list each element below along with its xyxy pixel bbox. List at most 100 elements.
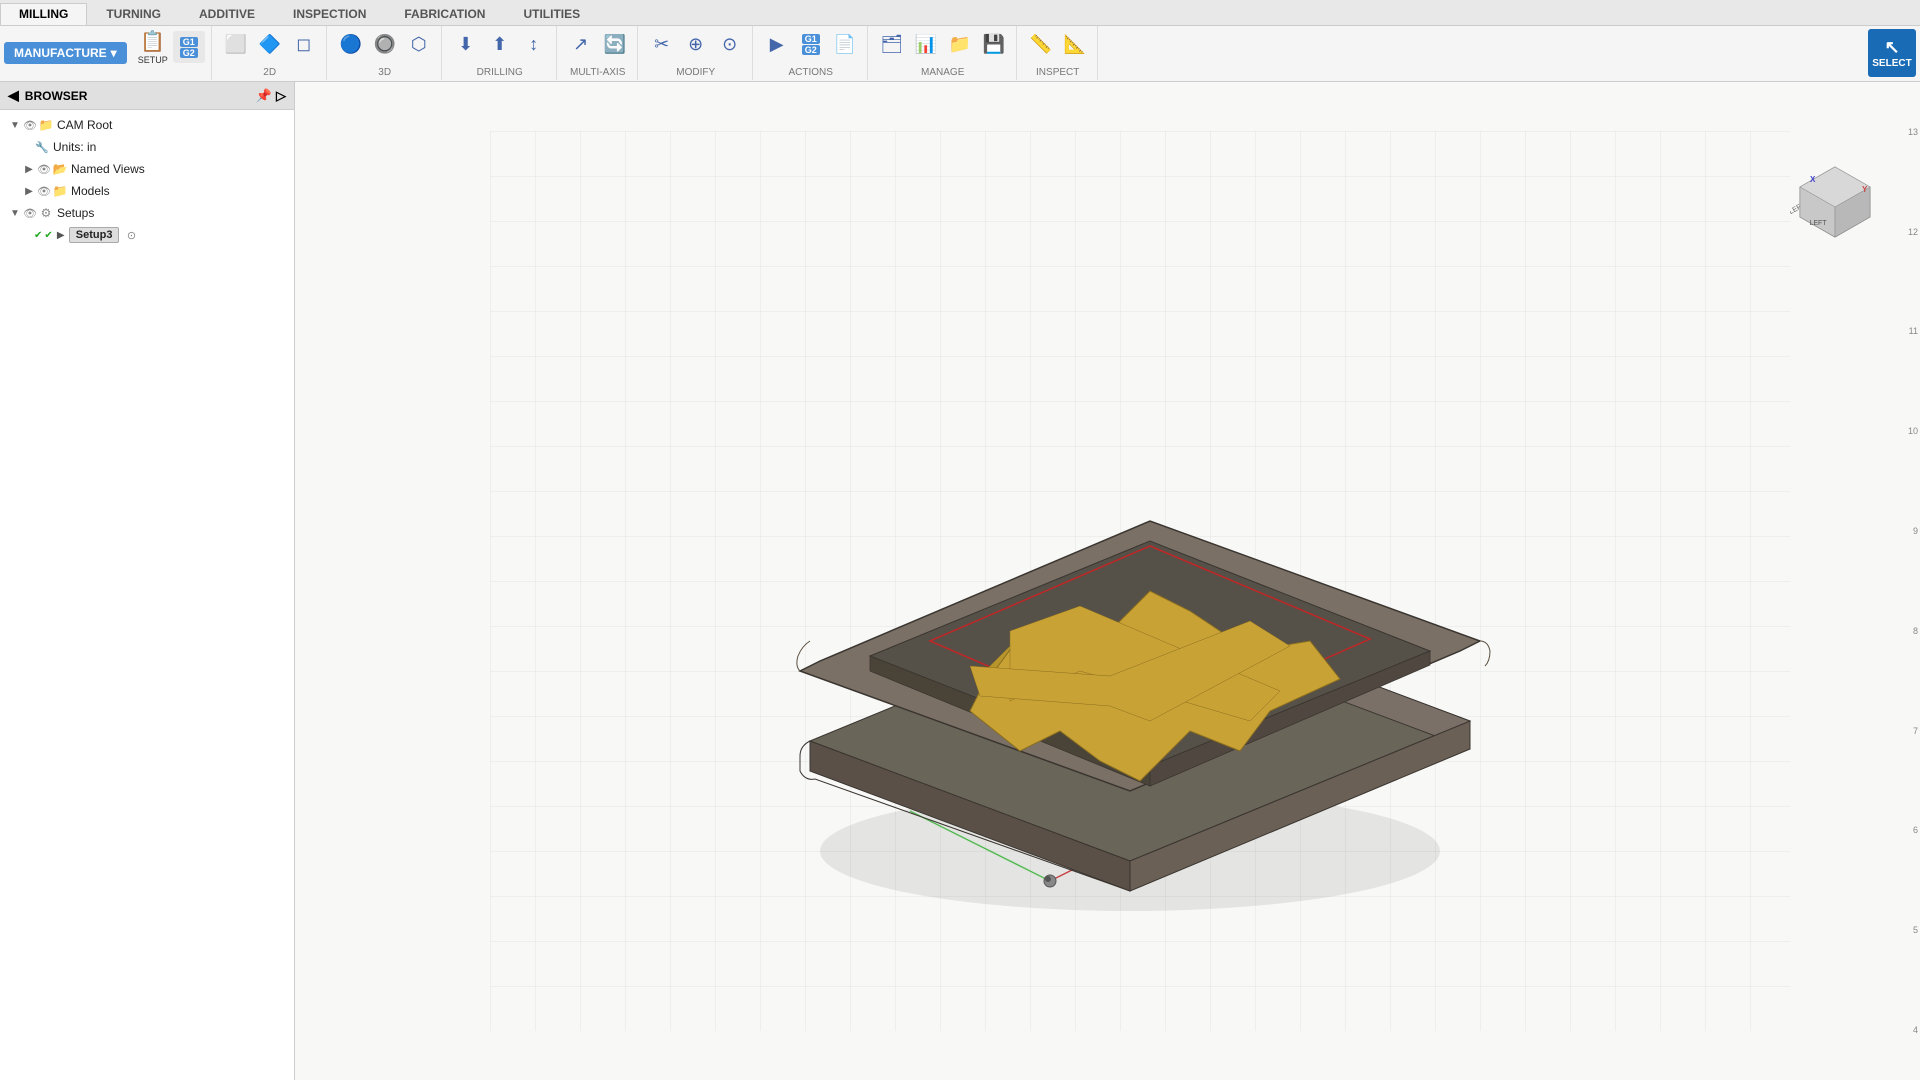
manufacture-button[interactable]: MANUFACTURE ▾: [4, 42, 127, 64]
inspect-btn-2[interactable]: 📐: [1059, 28, 1091, 60]
models-visibility-icon[interactable]: 👁: [36, 183, 52, 199]
modify-btn-1[interactable]: ✂: [646, 28, 678, 60]
multi-axis-btn-2[interactable]: 🔄: [599, 28, 631, 60]
sidebar: ◀ BROWSER 📌 ▷ ▼ 👁 📁 CAM Root 🔧 Units:: [0, 82, 295, 1080]
multi-axis-label: MULTI-AXIS: [570, 67, 625, 78]
viewcube[interactable]: TOP LEFT LEFT Y X: [1790, 162, 1880, 252]
named-views-expand-icon[interactable]: ▶: [22, 162, 36, 176]
ruler-mark-10: 10: [1900, 426, 1920, 436]
model-viewport-svg: [490, 131, 1790, 1031]
viewcube-svg[interactable]: TOP LEFT LEFT Y X: [1790, 162, 1880, 252]
tab-inspection[interactable]: INSPECTION: [274, 3, 385, 25]
manage-btn-4[interactable]: 💾: [978, 28, 1010, 60]
browser-back-icon[interactable]: ◀: [8, 87, 19, 104]
models-expand-icon[interactable]: ▶: [22, 184, 36, 198]
tree-item-setup3[interactable]: ✔ ✔ ▶ Setup3 ⊙: [0, 224, 294, 246]
tree-item-setups[interactable]: ▼ 👁 ⚙ Setups: [0, 202, 294, 224]
tab-additive[interactable]: ADDITIVE: [180, 3, 274, 25]
multi-axis-group: ↗ 🔄 MULTI-AXIS: [559, 26, 638, 80]
manufacture-dropdown-icon: ▾: [111, 46, 117, 60]
3d-btn-2[interactable]: 🔘: [369, 28, 401, 60]
drilling-group: ⬇ ⬆ ↕ DRILLING: [444, 26, 557, 80]
3d-btn-3[interactable]: ⬡: [403, 28, 435, 60]
ruler-mark-11: 11: [1900, 326, 1920, 336]
cam-root-visibility-icon[interactable]: 👁: [22, 117, 38, 133]
tab-bar: MILLING TURNING ADDITIVE INSPECTION FABR…: [0, 0, 1920, 26]
select-area: ↖ SELECT: [1868, 29, 1916, 77]
multi-axis-btn-1[interactable]: ↗: [565, 28, 597, 60]
setup-button[interactable]: 📋 SETUP: [135, 28, 171, 66]
browser-pin-icon[interactable]: 📌: [256, 88, 272, 104]
manage-btn-3[interactable]: 📁: [944, 28, 976, 60]
setups-label: Setups: [57, 206, 94, 220]
tree-item-units[interactable]: 🔧 Units: in: [0, 136, 294, 158]
units-icon: 🔧: [34, 139, 50, 155]
setup3-arrow-icon: ▶: [53, 227, 69, 243]
2d-btn-2[interactable]: 🔷: [254, 28, 286, 60]
named-views-visibility-icon[interactable]: 👁: [36, 161, 52, 177]
setup3-badge[interactable]: Setup3: [69, 227, 120, 243]
setup3-check-icon: ✔: [34, 230, 42, 241]
tree-item-models[interactable]: ▶ 👁 📁 Models: [0, 180, 294, 202]
2d-btn-3[interactable]: ◻: [288, 28, 320, 60]
inspect-label: INSPECT: [1036, 67, 1079, 78]
svg-text:X: X: [1810, 175, 1816, 184]
3d-btn-1[interactable]: 🔵: [335, 28, 367, 60]
ruler-mark-5: 5: [1900, 925, 1920, 935]
manage-group: 🗂 📊 📁 💾 MANAGE: [870, 26, 1017, 80]
drilling-btn-3[interactable]: ↕: [518, 28, 550, 60]
manufacture-label: MANUFACTURE: [14, 46, 107, 60]
file-tree: ▼ 👁 📁 CAM Root 🔧 Units: in ▶ 👁 📂 Named V…: [0, 110, 294, 1080]
viewport[interactable]: TOP LEFT LEFT Y X 13 12 11 10 9 8 7: [295, 82, 1920, 1080]
3d-group: 🔵 🔘 ⬡ 3D: [329, 26, 442, 80]
ruler-mark-9: 9: [1900, 526, 1920, 536]
cam-root-folder-icon: 📁: [38, 117, 54, 133]
tree-item-named-views[interactable]: ▶ 👁 📂 Named Views: [0, 158, 294, 180]
ruler-mark-6: 6: [1900, 825, 1920, 835]
svg-text:LEFT: LEFT: [1809, 220, 1827, 227]
manage-label: MANAGE: [921, 67, 964, 78]
drilling-label: DRILLING: [477, 67, 523, 78]
tree-item-cam-root[interactable]: ▼ 👁 📁 CAM Root: [0, 114, 294, 136]
modify-label: MODIFY: [676, 67, 715, 78]
ruler-mark-4: 4: [1900, 1025, 1920, 1035]
2d-btn-1[interactable]: ⬜: [220, 28, 252, 60]
manage-btn-2[interactable]: 📊: [910, 28, 942, 60]
units-label: Units: in: [53, 140, 96, 154]
modify-btn-2[interactable]: ⊕: [680, 28, 712, 60]
toolbar: MILLING TURNING ADDITIVE INSPECTION FABR…: [0, 0, 1920, 82]
ruler-mark-12: 12: [1900, 227, 1920, 237]
drilling-btn-2[interactable]: ⬆: [484, 28, 516, 60]
tab-utilities[interactable]: UTILITIES: [504, 3, 599, 25]
actions-btn-3[interactable]: 📄: [829, 28, 861, 60]
g-icon[interactable]: G1 G2: [173, 31, 205, 63]
setup-group: 📋 SETUP G1 G2: [129, 26, 212, 80]
browser-expand-icon[interactable]: ▷: [276, 88, 286, 104]
actions-label: ACTIONS: [788, 67, 832, 78]
actions-group: ▶ G1 G2 📄 ACTIONS: [755, 26, 868, 80]
setups-expand-icon[interactable]: ▼: [8, 206, 22, 220]
ribbon: MANUFACTURE ▾ 📋 SETUP G1 G2 ⬜: [0, 26, 1920, 81]
modify-btn-3[interactable]: ⊙: [714, 28, 746, 60]
setups-visibility-icon[interactable]: 👁: [22, 205, 38, 221]
actions-btn-1[interactable]: ▶: [761, 28, 793, 60]
cam-root-expand-icon[interactable]: ▼: [8, 118, 22, 132]
select-button[interactable]: ↖ SELECT: [1868, 29, 1916, 77]
browser-title: BROWSER: [25, 89, 88, 103]
actions-btn-2[interactable]: G1 G2: [795, 28, 827, 60]
ruler-right: 13 12 11 10 9 8 7 6 5 4: [1900, 82, 1920, 1080]
tab-turning[interactable]: TURNING: [87, 3, 180, 25]
modify-group: ✂ ⊕ ⊙ MODIFY: [640, 26, 753, 80]
tab-fabrication[interactable]: FABRICATION: [385, 3, 504, 25]
tab-milling[interactable]: MILLING: [0, 3, 87, 25]
named-views-label: Named Views: [71, 162, 145, 176]
setups-icon: ⚙: [38, 205, 54, 221]
drilling-btn-1[interactable]: ⬇: [450, 28, 482, 60]
manage-btn-1[interactable]: 🗂: [876, 28, 908, 60]
cam-root-label: CAM Root: [57, 118, 112, 132]
2d-label: 2D: [263, 67, 276, 78]
3d-label: 3D: [378, 67, 391, 78]
main-content: ◀ BROWSER 📌 ▷ ▼ 👁 📁 CAM Root 🔧 Units:: [0, 82, 1920, 1080]
setup3-extra-icon[interactable]: ⊙: [123, 227, 139, 243]
inspect-btn-1[interactable]: 📏: [1025, 28, 1057, 60]
